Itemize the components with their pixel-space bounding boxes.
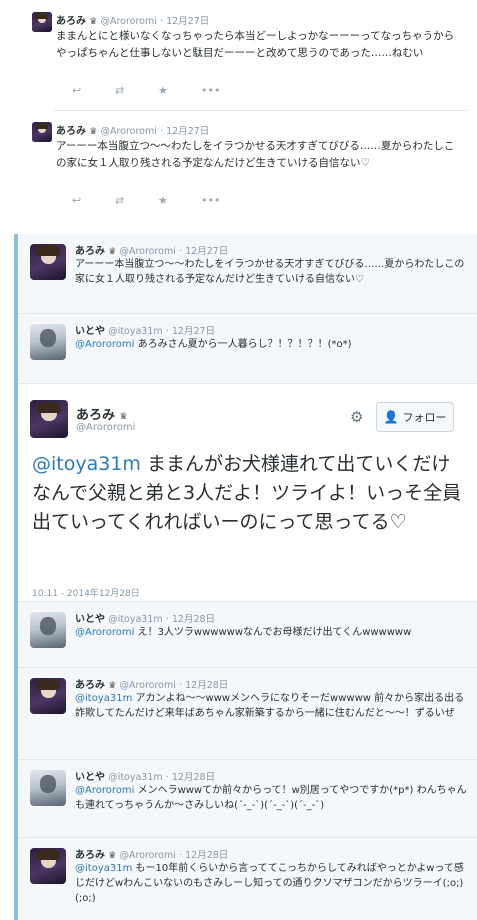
page: あろみ ♛ @Arororomi · 12月27日 ままんとにと様いなくなっちゃ… (0, 0, 477, 920)
retweet-icon[interactable]: ⇄ (115, 194, 158, 207)
user-handle[interactable]: @itoya31m (108, 326, 162, 337)
avatar[interactable] (30, 678, 66, 714)
user-handle[interactable]: @Arororomi (100, 16, 156, 27)
user-handle[interactable]: @Arororomi (100, 126, 156, 137)
crown-icon: ♛ (119, 412, 128, 422)
user-handle[interactable]: @itoya31m (108, 614, 162, 625)
tweet-actions: ↩ ⇄ ★ ••• (72, 194, 244, 207)
tweet-text: ままんとにと様いなくなっちゃったら本当どーしよっかなーーーってなっちゃうからやっ… (56, 30, 455, 59)
tweet-text: @Arororomi あろみさん夏から一人暮らし？！？！？！(*o*) (75, 337, 467, 352)
user-handle[interactable]: @Arororomi (119, 246, 175, 257)
tweet-date[interactable]: · 12月28日 (166, 772, 215, 783)
user-name[interactable]: いとや (75, 614, 105, 625)
tweet-date[interactable]: · 12月27日 (160, 126, 209, 137)
avatar[interactable] (30, 612, 66, 648)
reply-tweet[interactable]: いとや @itoya31m · 12月28日 @Arororomi え！3人ツラ… (18, 602, 477, 668)
mention-link[interactable]: @itoya31m (75, 693, 132, 704)
tweet-date[interactable]: · 12月27日 (160, 16, 209, 27)
user-handle[interactable]: @Arororomi (119, 850, 175, 861)
tweet-body: アーーー本当腹立つ〜〜わたしをイラつかせる天才すぎてびびる……夏からわたしこの家… (75, 259, 465, 285)
mention-link[interactable]: @itoya31m (32, 453, 141, 475)
more-icon[interactable]: ••• (201, 84, 244, 97)
tweet-body: アカンよね〜〜wwwメンヘラになりそーだwwwww 前々から家出る出る詐欺してた… (75, 693, 465, 719)
tweet-header: いとや @itoya31m · 12月27日 (75, 322, 215, 337)
user-name[interactable]: あろみ (75, 850, 105, 861)
tweet-date[interactable]: · 12月27日 (166, 326, 215, 337)
avatar[interactable] (30, 400, 68, 438)
tweet-timestamp[interactable]: 10:11 - 2014年12月28日 (32, 586, 140, 599)
user-handle[interactable]: @Arororomi (119, 680, 175, 691)
crown-icon: ♛ (89, 127, 98, 137)
avatar[interactable] (32, 122, 52, 142)
tweet-text: アーーー本当腹立つ〜〜わたしをイラつかせる天才すぎてびびる……夏からわたしこの家… (56, 140, 455, 169)
tweet-text: アーーー本当腹立つ〜〜わたしをイラつかせる天才すぎてびびる……夏からわたしこの家… (75, 257, 467, 287)
avatar[interactable] (30, 848, 66, 884)
follow-button[interactable]: 👤 フォロー (376, 402, 454, 432)
tweet-body: あろみさん夏から一人暮らし？！？！？！(*o*) (134, 339, 352, 350)
crown-icon: ♛ (89, 17, 98, 27)
user-name[interactable]: あろみ (56, 126, 86, 137)
tweet-text: @Arororomi メンヘラwwwてか前々からって！w別居ってやつですか(*p… (75, 783, 467, 813)
tweet-date[interactable]: · 12月28日 (166, 614, 215, 625)
tweet-body: え！3人ツラwwwwwwなんでお母様だけ出てくんwwwwww (134, 627, 412, 638)
avatar[interactable] (32, 12, 52, 32)
reply-tweet[interactable]: あろみ ♛ @Arororomi · 12月28日 @itoya31m もー10… (18, 838, 477, 920)
tweet-date[interactable]: · 12月27日 (179, 246, 228, 257)
user-name[interactable]: いとや (75, 772, 105, 783)
user-handle[interactable]: @itoya31m (108, 772, 162, 783)
crown-icon: ♛ (108, 851, 117, 861)
favorite-icon[interactable]: ★ (158, 194, 201, 207)
user-handle[interactable]: @Arororomi (76, 422, 135, 433)
user-name[interactable]: あろみ (56, 16, 86, 27)
reply-tweet[interactable]: あろみ ♛ @Arororomi · 12月27日 アーーー本当腹立つ〜〜わたし… (18, 234, 477, 314)
tweet-header: あろみ ♛ @Arororomi · 12月28日 (75, 846, 228, 861)
tweet-body: もー10年前くらいから言っててこっちからしてみればやっとかよwって感じだけどwわ… (75, 863, 464, 904)
conversation: あろみ ♛ @Arororomi · 12月27日 アーーー本当腹立つ〜〜わたし… (18, 234, 477, 920)
follow-label: フォロー (402, 411, 447, 424)
tweet-header: あろみ ♛ @Arororomi · 12月27日 (56, 12, 209, 27)
tweet-text: @Arororomi え！3人ツラwwwwwwなんでお母様だけ出てくんwwwww… (75, 625, 467, 640)
mention-link[interactable]: @Arororomi (75, 627, 134, 638)
reply-icon[interactable]: ↩ (72, 84, 115, 97)
mention-link[interactable]: @Arororomi (75, 785, 134, 796)
user-name[interactable]: あろみ (75, 680, 105, 691)
section-separator (0, 226, 477, 234)
avatar[interactable] (30, 244, 66, 280)
tweet-text: @itoya31m ままんがお犬様連れて出ていくだけなんで父親と弟と3人だよ！ツ… (32, 450, 462, 537)
tweet-date[interactable]: · 12月28日 (179, 680, 228, 691)
tweet-actions: ↩ ⇄ ★ ••• (72, 84, 244, 97)
top-timeline: あろみ ♛ @Arororomi · 12月27日 ままんとにと様いなくなっちゃ… (20, 0, 468, 225)
reply-tweet[interactable]: いとや @itoya31m · 12月28日 @Arororomi メンヘラww… (18, 760, 477, 838)
user-name[interactable]: あろみ (75, 246, 105, 257)
mention-link[interactable]: @itoya31m (75, 863, 132, 874)
favorite-icon[interactable]: ★ (158, 84, 201, 97)
tweet[interactable]: あろみ ♛ @Arororomi · 12月27日 アーーー本当腹立つ〜〜わたし… (20, 110, 468, 222)
tweet-date[interactable]: · 12月28日 (179, 850, 228, 861)
tweet-header: あろみ ♛ @Arororomi · 12月28日 (75, 676, 228, 691)
reply-icon[interactable]: ↩ (72, 194, 115, 207)
tweet-header: いとや @itoya31m · 12月28日 (75, 768, 215, 783)
avatar[interactable] (30, 324, 66, 360)
reply-tweet[interactable]: いとや @itoya31m · 12月27日 @Arororomi あろみさん夏… (18, 314, 477, 384)
user-name[interactable]: あろみ ♛ (76, 404, 128, 423)
reply-tweet[interactable]: あろみ ♛ @Arororomi · 12月28日 @itoya31m アカンよ… (18, 668, 477, 760)
gear-icon[interactable]: ⚙ (350, 408, 363, 426)
tweet-header: あろみ ♛ @Arororomi · 12月27日 (75, 242, 228, 257)
crown-icon: ♛ (108, 247, 117, 257)
tweet-text: @itoya31m もー10年前くらいから言っててこっちからしてみればやっとかよ… (75, 861, 467, 906)
user-name[interactable]: いとや (75, 326, 105, 337)
tweet-text: @itoya31m アカンよね〜〜wwwメンヘラになりそーだwwwww 前々から… (75, 691, 467, 721)
add-user-icon: 👤 (383, 410, 399, 424)
tweet-header: あろみ ♛ @Arororomi · 12月27日 (56, 122, 209, 137)
crown-icon: ♛ (108, 681, 117, 691)
tweet[interactable]: あろみ ♛ @Arororomi · 12月27日 ままんとにと様いなくなっちゃ… (20, 0, 468, 112)
mention-link[interactable]: @Arororomi (75, 339, 134, 350)
tweet-body: メンヘラwwwてか前々からって！w別居ってやつですか(*p*) わんちゃんも連れ… (75, 785, 467, 811)
retweet-icon[interactable]: ⇄ (115, 84, 158, 97)
more-icon[interactable]: ••• (201, 194, 244, 207)
tweet-header: いとや @itoya31m · 12月28日 (75, 610, 215, 625)
avatar[interactable] (30, 770, 66, 806)
main-tweet: あろみ ♛ @Arororomi ⚙ 👤 フォロー @itoya31m ままんが… (18, 384, 477, 602)
